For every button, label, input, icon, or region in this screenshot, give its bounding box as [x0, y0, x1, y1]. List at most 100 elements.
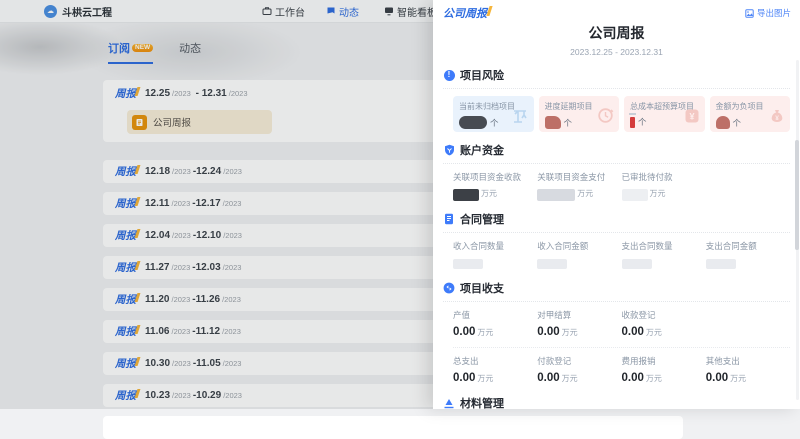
section-project-risk: ! 项目风险 当前未归档项目 个 进度延期项目 个	[443, 67, 790, 132]
metric-label: 关联项目资金支付	[537, 171, 621, 183]
alert-circle-icon: !	[443, 69, 455, 81]
company-weekly-report-drawer: 公司周报 导出图片 公司周报 2023.12.25 - 2023.12.31 !…	[433, 0, 800, 409]
metric-funds-received: 关联项目资金收款 万元	[453, 171, 537, 201]
redacted-value-blob	[622, 259, 652, 269]
metric-income-contract-count: 收入合同数量	[453, 240, 537, 270]
redacted-value-blob	[453, 189, 479, 201]
section-project-income-expense: 项目收支 产值 0.00万元 对甲结算 0.00万元 收款登记 0.00万元	[443, 280, 790, 385]
divider	[443, 88, 790, 89]
drawer-logo: 公司周报	[443, 5, 487, 21]
metric-label: 收入合同金额	[537, 240, 621, 252]
metric-label: 支出合同数量	[622, 240, 706, 252]
metric-value: 0.00	[537, 326, 559, 338]
redacted-value-blob	[706, 259, 736, 269]
redacted-value-blob	[716, 116, 730, 129]
unit-label: 万元	[562, 327, 578, 338]
unit-label: 个	[564, 117, 573, 129]
materials-icon	[443, 397, 455, 409]
metric-label: 总支出	[453, 355, 537, 367]
metric-label: 付款登记	[537, 355, 621, 367]
redacted-value-blob	[545, 116, 561, 129]
unit-label: 个	[638, 116, 647, 128]
metric-value: 0.00	[537, 372, 559, 384]
metric-expense-reimbursement: 费用报销 0.00万元	[622, 355, 706, 385]
metric-label: 对甲结算	[537, 309, 621, 321]
metric-label: 其他支出	[706, 355, 790, 367]
contract-doc-icon	[443, 213, 455, 225]
redacted-value-blob	[453, 259, 483, 269]
metric-party-a-settlement: 对甲结算 0.00万元	[537, 309, 621, 339]
divider	[443, 163, 790, 164]
moneybag-icon: ¥	[769, 108, 785, 129]
sync-circle-icon	[443, 282, 455, 294]
section-account-funds: 账户资金 关联项目资金收款 万元 关联项目资金支付 万元 已审批待付款 万元	[443, 142, 790, 201]
metric-other-expense: 其他支出 0.00万元	[706, 355, 790, 385]
yen-badge-icon: ¥	[684, 108, 700, 129]
section-title: 材料管理	[460, 395, 504, 409]
divider	[453, 347, 790, 348]
redacted-value-blob	[537, 259, 567, 269]
divider	[443, 301, 790, 302]
metric-output-value: 产值 0.00万元	[453, 309, 537, 339]
metric-total-expense: 总支出 0.00万元	[453, 355, 537, 385]
metric-label: 收款登记	[622, 309, 706, 321]
report-title: 公司周报	[433, 23, 800, 43]
drawer-scrollbar-thumb[interactable]	[795, 140, 799, 250]
report-date-range: 2023.12.25 - 2023.12.31	[433, 47, 800, 57]
risk-card-delayed: 进度延期项目 个	[539, 96, 620, 132]
unit-label: 万元	[562, 373, 578, 384]
metric-value: 0.00	[622, 372, 644, 384]
unit-label: 万元	[646, 327, 662, 338]
section-title: 项目风险	[460, 67, 504, 83]
metric-income-contract-amount: 收入合同金额	[537, 240, 621, 270]
unit-label: 万元	[646, 373, 662, 384]
export-image-button[interactable]: 导出图片	[745, 7, 791, 19]
risk-card-over-budget: 总成本超预算项目 个 ¥	[624, 96, 705, 132]
redacted-value-blob	[630, 117, 635, 128]
metric-value: 0.00	[453, 372, 475, 384]
metric-label: 关联项目资金收款	[453, 171, 537, 183]
metric-expense-contract-amount: 支出合同金额	[706, 240, 790, 270]
unit-label: 万元	[481, 188, 497, 199]
image-icon	[745, 9, 754, 18]
unit-label: 万元	[477, 327, 493, 338]
svg-text:¥: ¥	[775, 115, 779, 122]
metric-payment-register: 付款登记 0.00万元	[537, 355, 621, 385]
metric-expense-contract-count: 支出合同数量	[622, 240, 706, 270]
export-image-label: 导出图片	[757, 7, 791, 19]
unit-label: 万元	[730, 373, 746, 384]
metric-value: 0.00	[706, 372, 728, 384]
metric-funds-paid: 关联项目资金支付 万元	[537, 171, 621, 201]
unit-label: 万元	[650, 188, 666, 199]
metric-pending-payment: 已审批待付款 万元	[622, 171, 706, 201]
risk-card-unarchived: 当前未归档项目 个	[453, 96, 534, 132]
metric-receipt-register: 收款登记 0.00万元	[622, 309, 706, 339]
section-contract-management: 合同管理 收入合同数量 收入合同金额 支出合同数量 支出合同金额	[443, 211, 790, 270]
crane-icon	[511, 106, 529, 129]
section-materials-management: 材料管理 采购订单数量 0个 采购订单金额 0.00万元 入库单金额 0.00万…	[443, 395, 790, 409]
drawer-mask[interactable]	[0, 0, 433, 409]
wallet-shield-icon	[443, 144, 455, 156]
svg-text:¥: ¥	[689, 112, 694, 122]
unit-label: 万元	[577, 188, 593, 199]
redacted-value-blob	[622, 189, 648, 201]
unit-label: 个	[733, 117, 742, 129]
redacted-value-blob	[459, 116, 487, 129]
section-title: 账户资金	[460, 142, 504, 158]
metric-label: 产值	[453, 309, 537, 321]
clock-icon	[597, 107, 614, 129]
section-title: 合同管理	[460, 211, 504, 227]
unit-label: 万元	[477, 373, 493, 384]
metric-value: 0.00	[453, 326, 475, 338]
metric-value: 0.00	[622, 326, 644, 338]
metric-label: 已审批待付款	[622, 171, 706, 183]
redacted-value-blob	[537, 189, 575, 201]
section-title: 项目收支	[460, 280, 504, 296]
metric-label: 费用报销	[622, 355, 706, 367]
metric-label: 收入合同数量	[453, 240, 537, 252]
week-report-item-partial[interactable]	[103, 416, 683, 439]
unit-label: 个	[490, 117, 499, 129]
divider	[443, 232, 790, 233]
metric-label: 支出合同金额	[706, 240, 790, 252]
risk-card-negative-amount: 金额为负项目 个 ¥	[710, 96, 791, 132]
